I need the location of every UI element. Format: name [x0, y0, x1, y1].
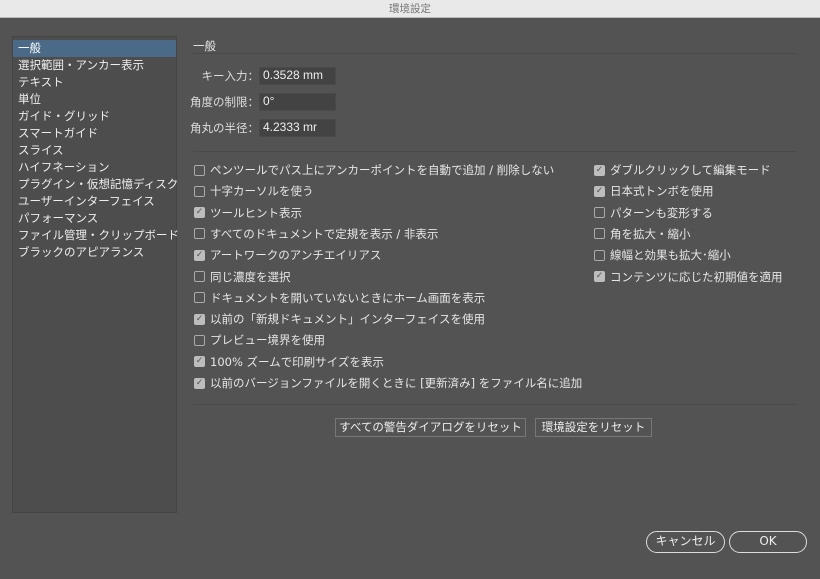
sidebar-item[interactable]: 選択範囲・アンカー表示	[13, 57, 176, 74]
checkbox-checked-icon[interactable]: ✓	[194, 207, 205, 219]
sidebar-item[interactable]: ユーザーインターフェイス	[13, 193, 176, 210]
checkbox-checked-icon[interactable]: ✓	[194, 377, 205, 389]
checkbox-checked-icon[interactable]: ✓	[594, 185, 605, 197]
checkbox-checked-icon[interactable]: ✓	[194, 356, 205, 368]
option-checkbox[interactable]: パターンも変形する	[594, 205, 713, 221]
option-label: コンテンツに応じた初期値を適用	[610, 269, 783, 284]
sidebar-item[interactable]: テキスト	[13, 74, 176, 91]
corner-radius-field: 角丸の半径： 4.2333 mr	[190, 119, 343, 137]
checkbox-unchecked-icon[interactable]	[194, 292, 205, 304]
constrain-angle-label: 角度の制限：	[190, 95, 259, 109]
option-label: 日本式トンボを使用	[610, 184, 714, 199]
checkbox-unchecked-icon[interactable]	[594, 228, 605, 240]
checkbox-checked-icon[interactable]: ✓	[594, 271, 605, 282]
option-checkbox[interactable]: ✓ ダブルクリックして編集モード	[594, 162, 771, 178]
category-list[interactable]: 一般 選択範囲・アンカー表示 テキスト 単位 ガイド・グリッド スマートガイド スライス ハイ…	[12, 36, 179, 513]
sidebar-item[interactable]: ブラックのアピアランス	[13, 244, 176, 261]
option-checkbox[interactable]: ✓ ツールヒント表示	[194, 205, 302, 221]
reset-preferences-button[interactable]: 環境設定をリセット	[535, 418, 652, 437]
sidebar-item[interactable]: パフォーマンス	[13, 210, 176, 227]
option-label: 同じ濃度を選択	[210, 269, 291, 284]
option-checkbox[interactable]: ✓ 日本式トンボを使用	[594, 183, 714, 199]
option-label: 以前の「新規ドキュメント」インターフェイスを使用	[210, 312, 485, 327]
option-checkbox[interactable]: プレビュー境界を使用	[194, 332, 325, 348]
keyboard-increment-field: キー入力： 0.3528 mm	[193, 67, 343, 85]
option-checkbox[interactable]: すべてのドキュメントで定規を表示 / 非表示	[194, 226, 438, 242]
section-heading: 一般	[193, 39, 216, 53]
ok-button[interactable]: OK	[729, 531, 807, 553]
sidebar-item[interactable]: プラグイン・仮想記憶ディスク	[13, 176, 178, 193]
option-label: ツールヒント表示	[210, 205, 302, 220]
corner-radius-label: 角丸の半径：	[190, 121, 259, 135]
checkbox-unchecked-icon[interactable]	[594, 207, 605, 219]
divider	[193, 151, 796, 152]
checkbox-unchecked-icon[interactable]	[194, 185, 205, 197]
checkbox-unchecked-icon[interactable]	[194, 334, 205, 346]
sidebar-item[interactable]: 単位	[13, 91, 176, 108]
constrain-angle-field: 角度の制限： 0°	[190, 93, 343, 111]
reset-warnings-button[interactable]: すべての警告ダイアログをリセット	[335, 418, 526, 437]
option-label: プレビュー境界を使用	[210, 333, 325, 348]
option-label: ペンツールでパス上にアンカーポイントを自動で追加 / 削除しない	[210, 163, 555, 177]
divider	[193, 404, 796, 405]
option-label: アートワークのアンチエイリアス	[210, 248, 382, 263]
option-checkbox[interactable]: ペンツールでパス上にアンカーポイントを自動で追加 / 削除しない	[194, 162, 554, 178]
option-checkbox[interactable]: ✓ 以前の「新規ドキュメント」インターフェイスを使用	[194, 311, 485, 327]
option-checkbox[interactable]: ✓ アートワークのアンチエイリアス	[194, 247, 381, 263]
option-label: 100% ズームで印刷サイズを表示	[210, 354, 384, 369]
option-checkbox[interactable]: ✓ 100% ズームで印刷サイズを表示	[194, 354, 384, 370]
option-label: 線幅と効果も拡大･縮小	[610, 248, 731, 263]
keyboard-increment-input[interactable]: 0.3528 mm	[259, 67, 336, 85]
option-checkbox[interactable]: ✓ コンテンツに応じた初期値を適用	[594, 269, 783, 285]
option-label: ドキュメントを開いていないときにホーム画面を表示	[210, 290, 486, 305]
option-checkbox[interactable]: 同じ濃度を選択	[194, 269, 291, 285]
option-checkbox[interactable]: 十字カーソルを使う	[194, 183, 314, 199]
sidebar-item[interactable]: ハイフネーション	[13, 159, 176, 176]
option-checkbox[interactable]: ✓ 以前のバージョンファイルを開くときに [更新済み] をファイル名に追加	[194, 375, 582, 391]
checkbox-checked-icon[interactable]: ✓	[594, 164, 605, 176]
constrain-angle-input[interactable]: 0°	[259, 93, 336, 111]
window-title: 環境設定	[0, 0, 820, 18]
checkbox-checked-icon[interactable]: ✓	[194, 313, 205, 325]
option-label: 十字カーソルを使う	[210, 184, 314, 199]
checkbox-unchecked-icon[interactable]	[194, 271, 205, 282]
checkbox-unchecked-icon[interactable]	[194, 228, 205, 240]
sidebar-item[interactable]: ガイド・グリッド	[13, 108, 176, 125]
option-label: パターンも変形する	[610, 205, 713, 220]
cancel-button[interactable]: キャンセル	[646, 531, 725, 553]
corner-radius-input[interactable]: 4.2333 mr	[259, 119, 336, 137]
sidebar-item[interactable]: ファイル管理・クリップボード	[13, 227, 179, 244]
keyboard-increment-label: キー入力：	[201, 69, 260, 83]
option-label: ダブルクリックして編集モード	[610, 163, 771, 177]
option-label: 以前のバージョンファイルを開くときに [更新済み] をファイル名に追加	[210, 376, 583, 390]
checkbox-unchecked-icon[interactable]	[194, 164, 205, 176]
option-label: 角を拡大・縮小	[610, 226, 691, 241]
checkbox-checked-icon[interactable]: ✓	[194, 249, 205, 261]
divider	[193, 53, 796, 54]
option-checkbox[interactable]: 角を拡大・縮小	[594, 226, 691, 242]
option-label: すべてのドキュメントで定規を表示 / 非表示	[210, 226, 439, 241]
sidebar-item[interactable]: スマートガイド	[13, 125, 176, 142]
option-checkbox[interactable]: 線幅と効果も拡大･縮小	[594, 247, 731, 263]
sidebar-item[interactable]: スライス	[13, 142, 176, 159]
sidebar-item[interactable]: 一般	[13, 40, 176, 57]
checkbox-unchecked-icon[interactable]	[594, 249, 605, 261]
option-checkbox[interactable]: ドキュメントを開いていないときにホーム画面を表示	[194, 290, 485, 306]
